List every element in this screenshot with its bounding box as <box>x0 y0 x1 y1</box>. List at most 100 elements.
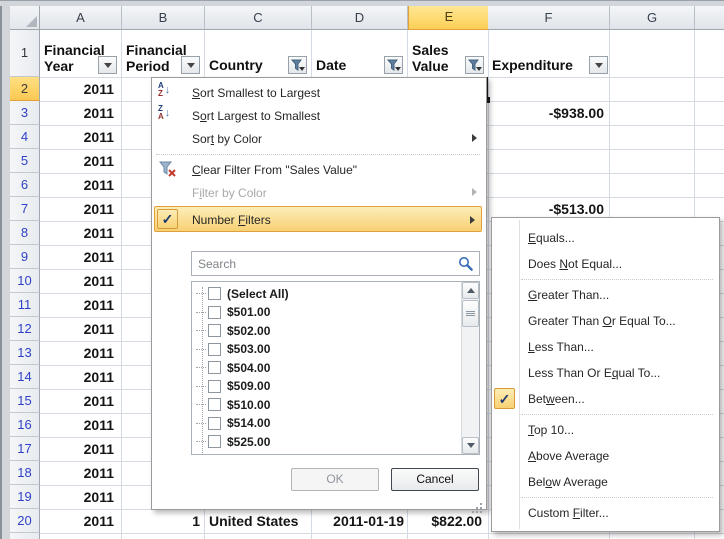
cell-year[interactable]: 2011 <box>44 245 114 269</box>
cell-year[interactable]: 2011 <box>44 509 114 533</box>
resize-grip[interactable] <box>480 503 482 505</box>
row-header-1[interactable]: 1 <box>10 30 40 77</box>
row-header-20[interactable]: 20 <box>10 509 40 533</box>
row-header-10[interactable]: 10 <box>10 269 40 293</box>
cell-period-b20[interactable]: 1 <box>126 509 200 533</box>
filter-list-item[interactable]: $510.00 <box>192 395 456 414</box>
row-header-18[interactable]: 18 <box>10 461 40 485</box>
cell-year[interactable]: 2011 <box>44 269 114 293</box>
checkbox[interactable] <box>208 287 221 300</box>
filter-list-item[interactable]: $514.00 <box>192 414 456 433</box>
row-header-6[interactable]: 6 <box>10 173 40 197</box>
filter-applied-button-date[interactable] <box>384 56 403 74</box>
column-header-C[interactable]: C <box>205 6 312 30</box>
submenu-item-above-average[interactable]: Above Average <box>493 443 717 469</box>
cell-year[interactable]: 2011 <box>44 197 114 221</box>
checkbox[interactable] <box>208 343 221 356</box>
filter-list-item-select-all[interactable]: (Select All) <box>192 284 456 303</box>
row-header-8[interactable]: 8 <box>10 221 40 245</box>
column-header-F[interactable]: F <box>488 6 610 30</box>
filter-dropdown-button-financial-period[interactable] <box>181 56 200 74</box>
row-header-17[interactable]: 17 <box>10 437 40 461</box>
filter-applied-button-country[interactable] <box>288 56 307 74</box>
cell-year[interactable]: 2011 <box>44 365 114 389</box>
menu-item-sort-smallest-to-largest[interactable]: Sort Smallest to Largest <box>153 81 483 104</box>
row-header-2-selected[interactable]: 2 <box>10 77 40 101</box>
checkbox[interactable] <box>208 435 221 448</box>
header-cell-country[interactable]: Country <box>209 57 263 73</box>
submenu-item-greater-than[interactable]: Greater Than... <box>493 282 717 308</box>
submenu-item-top-10[interactable]: Top 10... <box>493 417 717 443</box>
menu-item-sort-by-color[interactable]: Sort by Color <box>153 127 483 150</box>
list-scrollbar[interactable] <box>461 282 479 454</box>
cell-year[interactable]: 2011 <box>44 173 114 197</box>
filter-list-item[interactable]: $509.00 <box>192 377 456 396</box>
submenu-item-less-than[interactable]: Less Than... <box>493 334 717 360</box>
select-all-corner[interactable] <box>10 6 40 30</box>
filter-list-item[interactable]: $504.00 <box>192 358 456 377</box>
cell-year[interactable]: 2011 <box>44 317 114 341</box>
row-header-14[interactable]: 14 <box>10 365 40 389</box>
column-header-D[interactable]: D <box>312 6 408 30</box>
row-header-16[interactable]: 16 <box>10 413 40 437</box>
row-header-19[interactable]: 19 <box>10 485 40 509</box>
checkbox[interactable] <box>208 398 221 411</box>
cell-year[interactable]: 2011 <box>44 293 114 317</box>
column-header-G[interactable]: G <box>610 6 695 30</box>
search-input[interactable] <box>191 251 480 276</box>
cell-year[interactable]: 2011 <box>44 341 114 365</box>
cell-year[interactable]: 2011 <box>44 77 114 101</box>
filter-list-item[interactable]: $502.00 <box>192 321 456 340</box>
menu-item-filter-by-color-disabled[interactable]: Filter by Color <box>153 181 483 204</box>
search-icon[interactable] <box>458 256 474 277</box>
cell-sales-e20[interactable]: $822.00 <box>410 509 482 533</box>
scroll-down-button[interactable] <box>462 437 479 454</box>
filter-list-item[interactable]: $503.00 <box>192 340 456 359</box>
row-header-11[interactable]: 11 <box>10 293 40 317</box>
submenu-item-greater-than-or-equal[interactable]: Greater Than Or Equal To... <box>493 308 717 334</box>
header-cell-sales-value[interactable]: Sales Value <box>412 42 462 74</box>
submenu-item-between[interactable]: Between... <box>493 386 717 412</box>
scrollbar-thumb[interactable] <box>462 300 479 327</box>
column-header-A[interactable]: A <box>40 6 122 30</box>
row-header-5[interactable]: 5 <box>10 149 40 173</box>
row-header-9[interactable]: 9 <box>10 245 40 269</box>
cell-year[interactable]: 2011 <box>44 149 114 173</box>
submenu-item-does-not-equal[interactable]: Does Not Equal... <box>493 251 717 277</box>
submenu-item-equals[interactable]: Equals... <box>493 225 717 251</box>
row-header-13[interactable]: 13 <box>10 341 40 365</box>
row-header-4[interactable]: 4 <box>10 125 40 149</box>
cancel-button[interactable]: Cancel <box>391 468 479 491</box>
checkbox[interactable] <box>208 454 221 456</box>
header-cell-expenditure[interactable]: Expenditure <box>492 57 573 73</box>
column-header-E-selected[interactable]: E <box>408 6 490 30</box>
cell-year[interactable]: 2011 <box>44 437 114 461</box>
filter-dropdown-button-expenditure[interactable] <box>589 56 608 74</box>
cell-year[interactable]: 2011 <box>44 221 114 245</box>
checkbox[interactable] <box>208 417 221 430</box>
submenu-item-below-average[interactable]: Below Average <box>493 469 717 495</box>
cell-year[interactable]: 2011 <box>44 125 114 149</box>
filter-list-item[interactable]: $525.00 <box>192 432 456 451</box>
filter-list-item-partial[interactable] <box>192 451 456 456</box>
header-cell-date[interactable]: Date <box>316 57 346 73</box>
row-header-12[interactable]: 12 <box>10 317 40 341</box>
checkbox[interactable] <box>208 306 221 319</box>
cell-year[interactable]: 2011 <box>44 485 114 509</box>
checkbox[interactable] <box>208 361 221 374</box>
scroll-up-button[interactable] <box>462 282 479 299</box>
menu-item-number-filters[interactable]: ✓ Number Filters <box>154 206 482 232</box>
filter-applied-button-sales-value[interactable] <box>465 56 484 74</box>
checkbox[interactable] <box>208 380 221 393</box>
cell-year[interactable]: 2011 <box>44 101 114 125</box>
row-header-3[interactable]: 3 <box>10 101 40 125</box>
filter-list-item[interactable]: $501.00 <box>192 303 456 322</box>
row-header-15[interactable]: 15 <box>10 389 40 413</box>
row-header-7[interactable]: 7 <box>10 197 40 221</box>
ok-button[interactable]: OK <box>291 468 379 491</box>
checkbox[interactable] <box>208 324 221 337</box>
cell-date-d20[interactable]: 2011-01-19 <box>316 509 404 533</box>
cell-year[interactable]: 2011 <box>44 389 114 413</box>
menu-item-sort-largest-to-smallest[interactable]: Sort Largest to Smallest <box>153 104 483 127</box>
cell-year[interactable]: 2011 <box>44 461 114 485</box>
